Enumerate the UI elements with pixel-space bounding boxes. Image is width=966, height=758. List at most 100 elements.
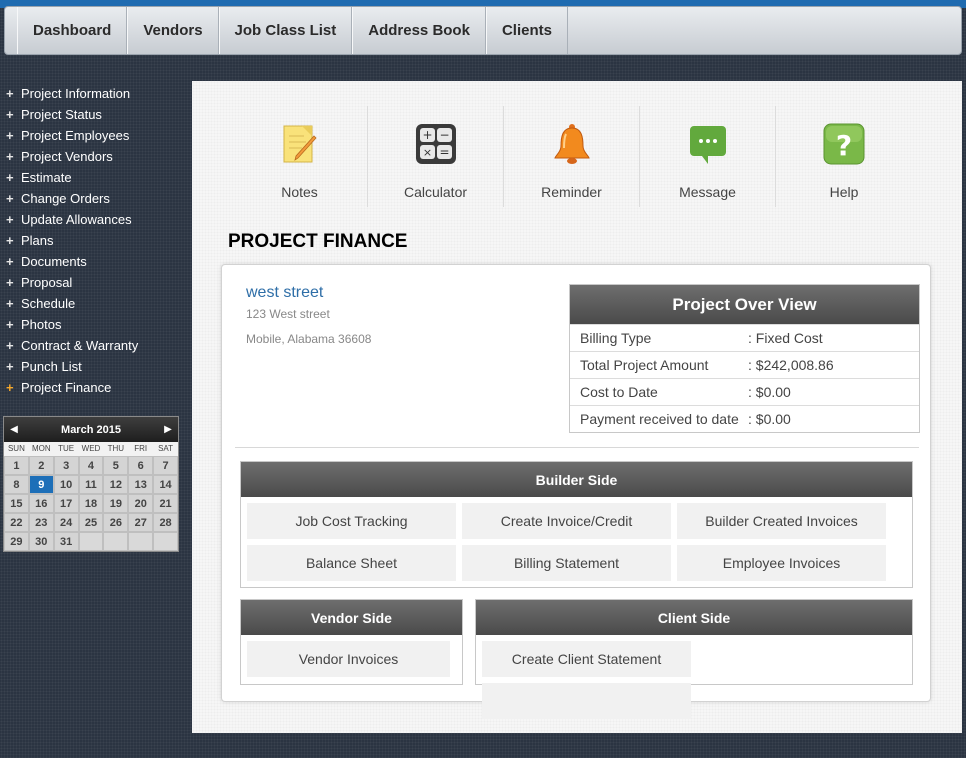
main-content: Notes + − × = Calculator Reminder Messag… [192,81,962,733]
calendar-day[interactable]: 2 [28,456,54,475]
create-client-statement-button[interactable]: Create Client Statement [482,641,691,677]
overview-row: Payment received to date : $0.00 [570,405,919,432]
balance-sheet-button[interactable]: Balance Sheet [247,545,456,581]
nav-clients[interactable]: Clients [485,7,568,54]
plus-icon: + [6,317,14,332]
calendar-day[interactable]: 16 [28,494,54,513]
calendar-day[interactable]: 4 [78,456,104,475]
sidebar-item-punch-list[interactable]: + Punch List [6,356,186,377]
nav-vendors[interactable]: Vendors [127,7,219,54]
plus-icon: + [6,380,14,395]
calendar-day[interactable]: 17 [53,494,79,513]
calendar-weekday: THU [103,442,129,456]
sidebar-item-proposal[interactable]: + Proposal [6,272,186,293]
svg-text:=: = [439,145,449,159]
tool-label: Notes [281,184,318,200]
page-title: PROJECT FINANCE [228,231,408,252]
empty-button-slot [482,683,691,719]
sidebar-item-contract-warranty[interactable]: + Contract & Warranty [6,335,186,356]
calendar-day[interactable]: 21 [153,494,178,513]
calendar-day[interactable]: 3 [53,456,79,475]
sidebar-item-project-information[interactable]: + Project Information [6,83,186,104]
sidebar-item-estimate[interactable]: + Estimate [6,167,186,188]
tool-bar: Notes + − × = Calculator Reminder Messag… [232,106,912,207]
nav-address-book[interactable]: Address Book [352,7,486,54]
sidebar-item-photos[interactable]: + Photos [6,314,186,335]
message-icon [689,126,726,164]
calendar-day[interactable]: 8 [4,475,29,494]
calendar-empty-cell [128,532,154,551]
calendar-day[interactable]: 29 [4,532,29,551]
sidebar-item-project-status[interactable]: + Project Status [6,104,186,125]
notes-tool[interactable]: Notes [232,106,368,207]
sidebar-item-label: Proposal [21,275,73,290]
sidebar-item-change-orders[interactable]: + Change Orders [6,188,186,209]
calendar-day[interactable]: 7 [153,456,178,475]
project-name-link[interactable]: west street [246,284,323,302]
calendar-day[interactable]: 15 [4,494,29,513]
section-title: Client Side [476,600,912,635]
calendar-day[interactable]: 1 [4,456,29,475]
sidebar-item-project-vendors[interactable]: + Project Vendors [6,146,186,167]
calendar-day[interactable]: 30 [28,532,54,551]
calendar-day[interactable]: 26 [103,513,129,532]
project-address-line1: 123 West street [246,307,330,321]
plus-icon: + [6,275,14,290]
calendar-day[interactable]: 10 [53,475,79,494]
vendor-invoices-button[interactable]: Vendor Invoices [247,641,450,677]
nav-dashboard[interactable]: Dashboard [17,7,128,54]
calendar-day[interactable]: 19 [103,494,129,513]
overview-label: Cost to Date [580,384,658,400]
plus-icon: + [6,170,14,185]
calculator-tool[interactable]: + − × = Calculator [368,106,504,207]
billing-statement-button[interactable]: Billing Statement [462,545,671,581]
sidebar-item-label: Punch List [21,359,82,374]
calendar-weekday: WED [78,442,104,456]
tool-label: Calculator [403,184,468,200]
calendar-day[interactable]: 5 [103,456,129,475]
calendar-day[interactable]: 28 [153,513,178,532]
sidebar-item-project-finance[interactable]: + Project Finance [6,377,186,398]
employee-invoices-button[interactable]: Employee Invoices [677,545,886,581]
help-tool[interactable]: ? Help [776,106,912,207]
reminder-tool[interactable]: Reminder [504,106,640,207]
calendar-day[interactable]: 13 [128,475,154,494]
calendar-weekday: SAT [153,442,178,456]
sidebar-item-plans[interactable]: + Plans [6,230,186,251]
calendar-day[interactable]: 20 [128,494,154,513]
project-overview-table: Project Over View Billing Type : Fixed C… [569,284,920,433]
builder-created-invoices-button[interactable]: Builder Created Invoices [677,503,886,539]
next-month-icon[interactable]: ▶ [162,424,174,435]
calendar-day[interactable]: 14 [153,475,178,494]
calendar-day[interactable]: 12 [103,475,129,494]
calendar-day[interactable]: 6 [128,456,154,475]
overview-row: Billing Type : Fixed Cost [570,324,919,351]
sidebar-item-documents[interactable]: + Documents [6,251,186,272]
calendar-day[interactable]: 31 [53,532,79,551]
main-nav: Dashboard Vendors Job Class List Address… [4,6,962,55]
calendar-weekday: FRI [128,442,154,456]
prev-month-icon[interactable]: ◀ [8,424,20,435]
svg-text:×: × [422,146,431,159]
plus-icon: + [6,233,14,248]
calendar-empty-cell [153,532,178,551]
sidebar-item-project-employees[interactable]: + Project Employees [6,125,186,146]
create-invoice-credit-button[interactable]: Create Invoice/Credit [462,503,671,539]
calendar-day[interactable]: 25 [78,513,104,532]
sidebar-item-update-allowances[interactable]: + Update Allowances [6,209,186,230]
calendar-day[interactable]: 23 [28,513,54,532]
overview-value: : $0.00 [748,384,791,400]
mini-calendar: ◀ March 2015 ▶ SUN MON TUE WED THU FRI SAT 1 2 3 4… [3,416,179,552]
calendar-day[interactable]: 9 [28,475,54,494]
job-cost-tracking-button[interactable]: Job Cost Tracking [247,503,456,539]
calendar-day[interactable]: 22 [4,513,29,532]
nav-job-class-list[interactable]: Job Class List [218,7,353,54]
sidebar-item-label: Project Information [21,86,131,101]
calendar-day[interactable]: 18 [78,494,104,513]
calendar-day[interactable]: 24 [53,513,79,532]
calendar-day[interactable]: 27 [128,513,154,532]
project-address-line2: Mobile, Alabama 36608 [246,332,372,346]
message-tool[interactable]: Message [640,106,776,207]
sidebar-item-schedule[interactable]: + Schedule [6,293,186,314]
calendar-day[interactable]: 11 [78,475,104,494]
